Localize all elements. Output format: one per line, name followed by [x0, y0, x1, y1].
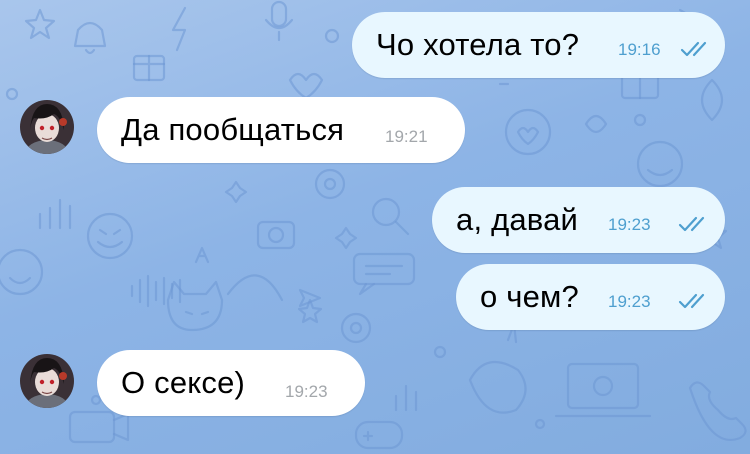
user-avatar[interactable] [20, 100, 74, 154]
incoming-message-bubble[interactable]: О сексе) 19:23 [97, 350, 365, 416]
message-text: Чо хотела то? [376, 27, 580, 62]
message-time: 19:21 [385, 127, 428, 146]
user-avatar[interactable] [20, 354, 74, 408]
outgoing-message-bubble[interactable]: Чо хотела то? 19:16 [352, 12, 725, 78]
double-check-icon [678, 293, 705, 309]
message-text: а, давай [456, 202, 579, 237]
message-time: 19:23 [608, 292, 651, 311]
outgoing-message-bubble[interactable]: а, давай 19:23 [432, 187, 725, 253]
message-text: о чем? [480, 279, 579, 314]
double-check-icon [680, 41, 707, 57]
message-time: 19:16 [618, 40, 661, 59]
incoming-message-bubble[interactable]: Да пообщаться 19:21 [97, 97, 465, 163]
message-time: 19:23 [608, 215, 651, 234]
message-text: Да пообщаться [121, 112, 345, 147]
outgoing-message-bubble[interactable]: о чем? 19:23 [456, 264, 725, 330]
message-text: О сексе) [121, 365, 246, 400]
message-time: 19:23 [285, 382, 328, 401]
double-check-icon [678, 216, 705, 232]
